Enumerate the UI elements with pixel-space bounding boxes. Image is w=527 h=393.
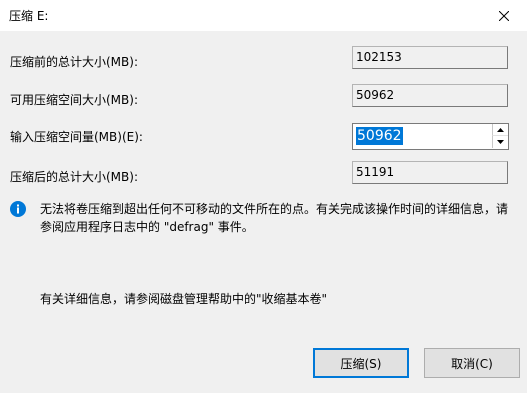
shrink-volume-dialog: 压缩 E: 压缩前的总计大小(MB): 102153 可用压缩空间大小(MB):… — [0, 0, 527, 393]
total-size-before-value: 102153 — [352, 46, 508, 69]
close-icon — [499, 10, 509, 21]
close-button[interactable] — [481, 0, 527, 31]
shrink-button[interactable]: 压缩(S) — [313, 348, 409, 378]
shrink-amount-input[interactable]: 50962 — [356, 127, 403, 145]
total-size-before-label: 压缩前的总计大小(MB): — [10, 55, 138, 69]
shrink-amount-label: 输入压缩空间量(MB)(E): — [10, 130, 143, 144]
total-size-after-value: 51191 — [352, 161, 508, 184]
window-title: 压缩 E: — [9, 9, 49, 23]
chevron-down-icon — [497, 140, 504, 144]
spin-up-button[interactable] — [492, 124, 508, 136]
chevron-up-icon — [497, 127, 504, 132]
cancel-button[interactable]: 取消(C) — [424, 348, 520, 378]
help-link-text: 有关详细信息，请参阅磁盘管理帮助中的"收缩基本卷" — [40, 292, 328, 306]
available-shrink-label: 可用压缩空间大小(MB): — [10, 93, 138, 107]
spin-down-button[interactable] — [492, 136, 508, 148]
info-message: 无法将卷压缩到超出任何不可移动的文件所在的点。有关完成该操作时间的详细信息，请参… — [40, 202, 509, 234]
title-bar: 压缩 E: — [0, 0, 527, 31]
info-icon — [10, 201, 26, 217]
shrink-amount-stepper[interactable]: 50962 — [352, 123, 509, 150]
available-shrink-value: 50962 — [352, 84, 508, 107]
total-size-after-label: 压缩后的总计大小(MB): — [10, 170, 138, 184]
